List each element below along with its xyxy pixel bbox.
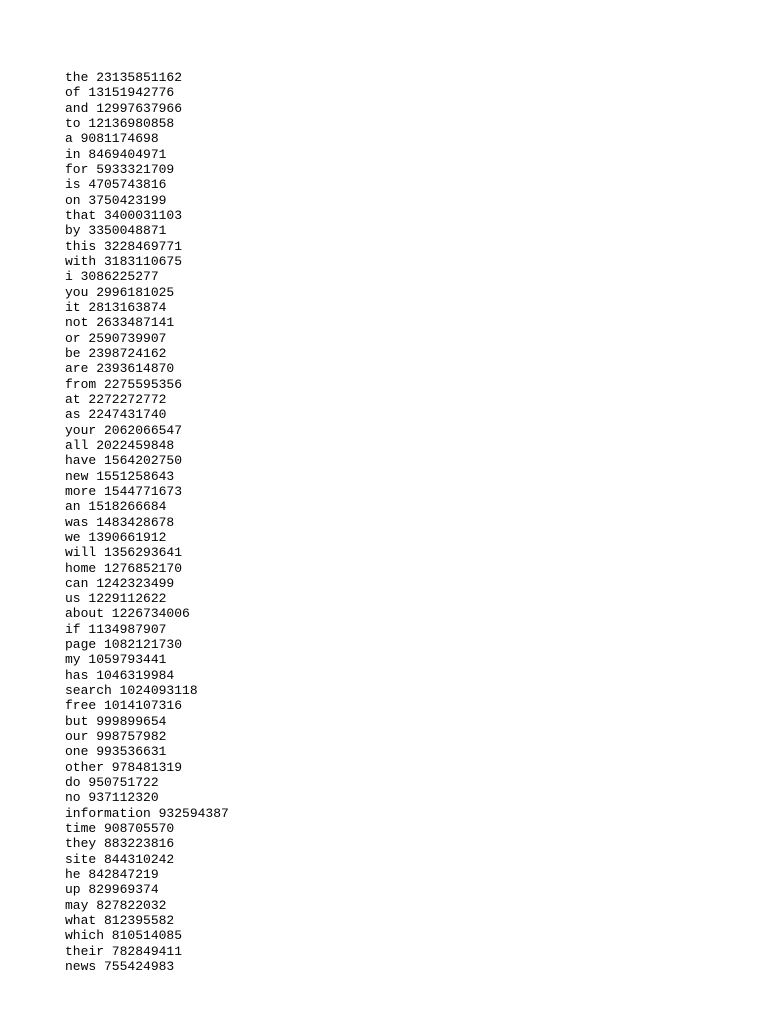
list-item: of 13151942776 <box>65 85 768 100</box>
list-item: other 978481319 <box>65 760 768 775</box>
list-item: your 2062066547 <box>65 423 768 438</box>
list-item: my 1059793441 <box>65 652 768 667</box>
list-item: was 1483428678 <box>65 515 768 530</box>
list-item: this 3228469771 <box>65 239 768 254</box>
list-item: have 1564202750 <box>65 453 768 468</box>
list-item: for 5933321709 <box>65 162 768 177</box>
list-item: is 4705743816 <box>65 177 768 192</box>
list-item: page 1082121730 <box>65 637 768 652</box>
list-item: if 1134987907 <box>65 622 768 637</box>
list-item: new 1551258643 <box>65 469 768 484</box>
list-item: up 829969374 <box>65 882 768 897</box>
list-item: time 908705570 <box>65 821 768 836</box>
list-item: do 950751722 <box>65 775 768 790</box>
list-item: free 1014107316 <box>65 698 768 713</box>
list-item: all 2022459848 <box>65 438 768 453</box>
list-item: to 12136980858 <box>65 116 768 131</box>
list-item: that 3400031103 <box>65 208 768 223</box>
list-item: the 23135851162 <box>65 70 768 85</box>
list-item: but 999899654 <box>65 714 768 729</box>
list-item: an 1518266684 <box>65 499 768 514</box>
list-item: i 3086225277 <box>65 269 768 284</box>
list-item: has 1046319984 <box>65 668 768 683</box>
list-item: will 1356293641 <box>65 545 768 560</box>
list-item: are 2393614870 <box>65 361 768 376</box>
list-item: their 782849411 <box>65 944 768 959</box>
list-item: which 810514085 <box>65 928 768 943</box>
list-item: our 998757982 <box>65 729 768 744</box>
list-item: information 932594387 <box>65 806 768 821</box>
list-item: you 2996181025 <box>65 285 768 300</box>
list-item: may 827822032 <box>65 898 768 913</box>
list-item: home 1276852170 <box>65 561 768 576</box>
word-count-list: the 23135851162of 13151942776and 1299763… <box>0 0 768 1014</box>
list-item: he 842847219 <box>65 867 768 882</box>
list-item: news 755424983 <box>65 959 768 974</box>
list-item: as 2247431740 <box>65 407 768 422</box>
list-item: can 1242323499 <box>65 576 768 591</box>
list-item: at 2272272772 <box>65 392 768 407</box>
list-item: about 1226734006 <box>65 606 768 621</box>
list-item: no 937112320 <box>65 790 768 805</box>
list-item: in 8469404971 <box>65 147 768 162</box>
list-item: site 844310242 <box>65 852 768 867</box>
list-item: we 1390661912 <box>65 530 768 545</box>
list-item: with 3183110675 <box>65 254 768 269</box>
list-item: what 812395582 <box>65 913 768 928</box>
list-item: not 2633487141 <box>65 315 768 330</box>
list-item: or 2590739907 <box>65 331 768 346</box>
list-item: one 993536631 <box>65 744 768 759</box>
list-item: by 3350048871 <box>65 223 768 238</box>
list-item: on 3750423199 <box>65 193 768 208</box>
list-item: from 2275595356 <box>65 377 768 392</box>
list-item: search 1024093118 <box>65 683 768 698</box>
list-item: a 9081174698 <box>65 131 768 146</box>
list-item: they 883223816 <box>65 836 768 851</box>
list-item: us 1229112622 <box>65 591 768 606</box>
list-item: it 2813163874 <box>65 300 768 315</box>
list-item: and 12997637966 <box>65 101 768 116</box>
list-item: more 1544771673 <box>65 484 768 499</box>
list-item: be 2398724162 <box>65 346 768 361</box>
